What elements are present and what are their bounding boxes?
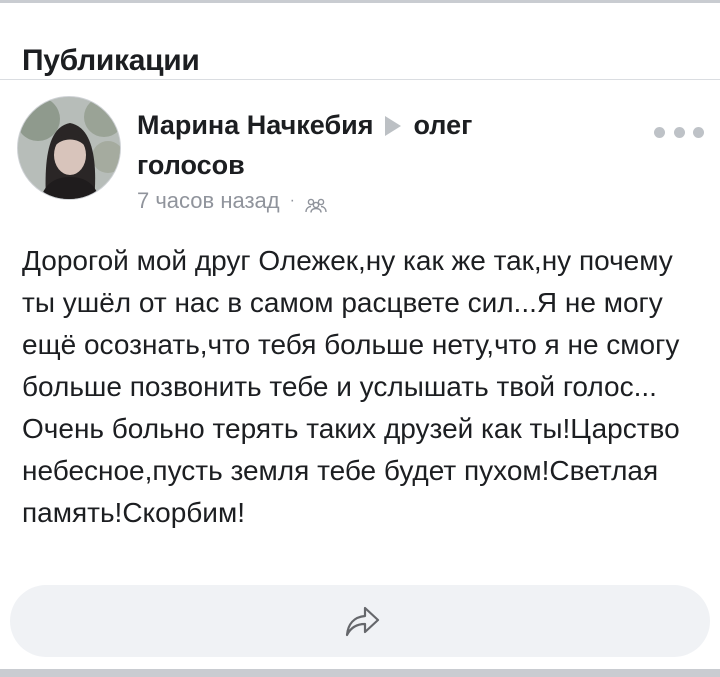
meta-separator: ·: [289, 192, 295, 209]
friends-icon: [305, 193, 327, 213]
author-name-link[interactable]: Марина Начкебия: [137, 110, 373, 140]
author-avatar[interactable]: [17, 96, 121, 200]
share-button[interactable]: [342, 599, 382, 643]
top-divider: [0, 0, 720, 3]
post-action-bar: [10, 585, 710, 657]
more-dot-icon: [654, 126, 665, 138]
more-dot-icon: [673, 126, 685, 138]
post-text: Дорогой мой друг Олежек,ну как же так,ну…: [22, 245, 680, 528]
more-options-button[interactable]: [654, 118, 704, 146]
post-meta: 7 часов назад ·: [137, 188, 327, 214]
share-icon: [345, 606, 380, 637]
bottom-divider: [0, 669, 720, 677]
post-header: Марина Начкебия олег голосов: [137, 105, 577, 185]
post-timestamp[interactable]: 7 часов назад: [137, 188, 280, 214]
arrow-right-icon: [385, 115, 402, 136]
section-title: Публикации: [22, 44, 200, 77]
section-divider: [0, 79, 720, 80]
more-dot-icon: [693, 126, 704, 138]
